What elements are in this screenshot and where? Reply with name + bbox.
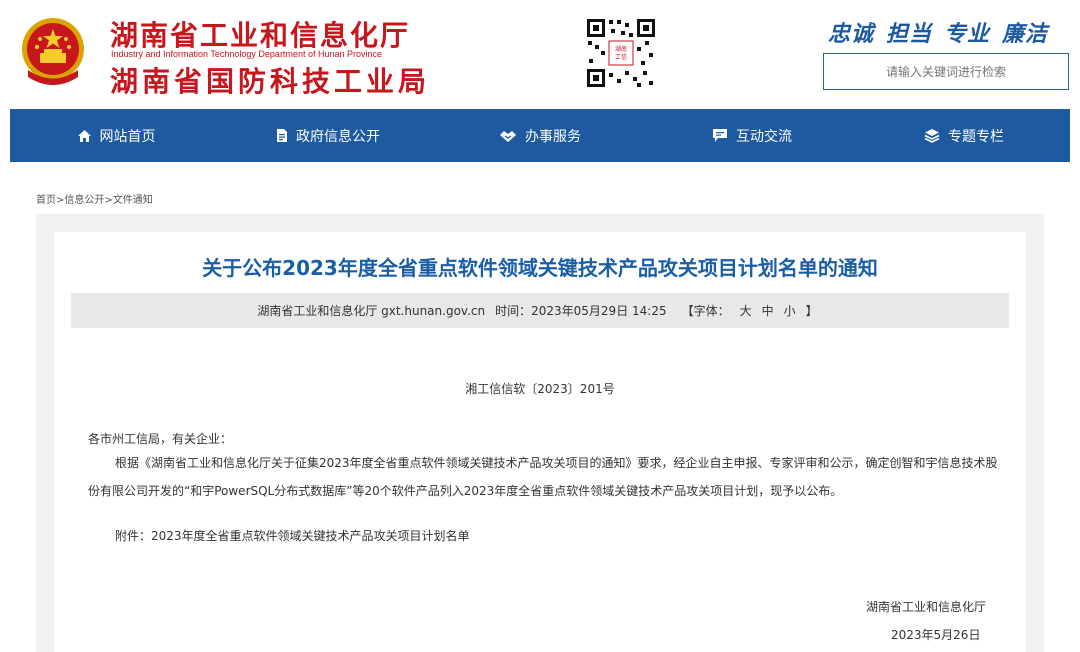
breadcrumb-current-link[interactable]: 文件通知 [113, 195, 153, 206]
search-input[interactable] [824, 63, 1068, 80]
nav-item-services[interactable]: 办事服务 [434, 109, 646, 162]
font-large-button[interactable]: 大 [740, 304, 752, 318]
article-paragraph: 根据《湖南省工业和信息化厅关于征集2023年度全省重点软件领域关键技术产品攻关项… [88, 456, 998, 498]
nav-item-label: 政府信息公开 [296, 128, 380, 145]
svg-text:湖南: 湖南 [615, 45, 627, 53]
attachment-link[interactable]: 附件：2023年度全省重点软件领域关键技术产品攻关项目计划名单 [115, 522, 1027, 550]
document-icon [276, 128, 288, 143]
font-size-label-close: 】 [805, 304, 818, 318]
nav-item-label: 办事服务 [525, 128, 581, 145]
nav-item-home[interactable]: 网站首页 [10, 109, 222, 162]
svg-text:工信: 工信 [615, 53, 627, 61]
org-name-english: Industry and Information Technology Depa… [111, 49, 382, 59]
breadcrumb: 首页>信息公开>文件通知 [36, 191, 153, 206]
document-number: 湘工信信软〔2023〕201号 [465, 382, 615, 396]
font-size-controls: 【字体： 大中小】 [677, 302, 823, 319]
qr-code-icon[interactable]: 湖南 工信 [585, 17, 657, 89]
article-source: 湖南省工业和信息化厅 gxt.hunan.gov.cn [257, 304, 486, 318]
slogan: 忠诚 担当 专业 廉洁 [828, 16, 1060, 48]
breadcrumb-home-link[interactable]: 首页 [36, 195, 56, 206]
signature: 湖南省工业和信息化厅 [866, 600, 987, 614]
national-emblem-icon [22, 18, 84, 85]
slogan-word: 忠诚 [828, 22, 875, 47]
nav-item-gov-info[interactable]: 政府信息公开 [222, 109, 434, 162]
nav-item-interaction[interactable]: 互动交流 [646, 109, 858, 162]
search-box[interactable] [823, 53, 1069, 90]
font-medium-button[interactable]: 中 [762, 304, 774, 318]
article-time: 时间：2023年05月29日 14:25 [495, 304, 667, 318]
main-nav: 网站首页 政府信息公开 办事服务 互动交流 专题专栏 [10, 109, 1070, 162]
slogan-word: 专业 [944, 22, 991, 47]
org-name-primary: 湖南省工业和信息化厅 [110, 19, 411, 52]
nav-item-topics[interactable]: 专题专栏 [858, 109, 1070, 162]
chat-icon [712, 128, 728, 143]
site-header: 湖南省工业和信息化厅 Industry and Information Tech… [0, 0, 1080, 108]
breadcrumb-separator: > [104, 195, 113, 206]
article-title: 关于公布2023年度全省重点软件领域关键技术产品攻关项目计划名单的通知 [202, 256, 878, 280]
nav-item-label: 专题专栏 [948, 128, 1004, 145]
font-small-button[interactable]: 小 [784, 304, 796, 318]
layers-icon [924, 128, 940, 143]
slogan-word: 廉洁 [1002, 22, 1049, 47]
issue-date: 2023年5月26日 [891, 628, 981, 642]
article-meta-bar: 湖南省工业和信息化厅 gxt.hunan.gov.cn 时间：2023年05月2… [71, 293, 1009, 328]
slogan-word: 担当 [886, 22, 933, 47]
nav-item-label: 互动交流 [736, 128, 792, 145]
org-name-secondary: 湖南省国防科技工业局 [110, 65, 431, 98]
nav-item-label: 网站首页 [99, 128, 156, 145]
home-icon [77, 129, 92, 143]
handshake-icon [499, 129, 517, 143]
font-size-label-open: 【字体： [681, 304, 730, 318]
breadcrumb-info-link[interactable]: 信息公开 [64, 195, 104, 206]
